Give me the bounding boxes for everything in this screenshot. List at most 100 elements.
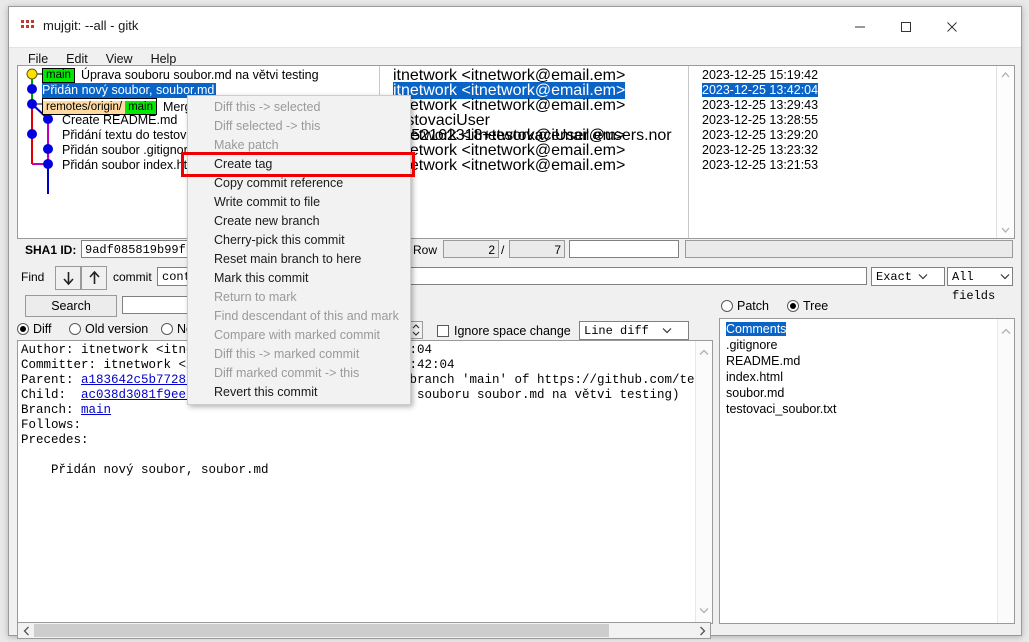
branch-link[interactable]: main bbox=[81, 403, 111, 417]
detail-commit-message: Přidán nový soubor, soubor.md bbox=[21, 463, 269, 477]
commit-list[interactable]: main Úprava souboru soubor.md na větvi te… bbox=[17, 65, 1015, 239]
find-fields-select[interactable]: All fields bbox=[947, 267, 1013, 303]
ctx-mark-commit[interactable]: Mark this commit bbox=[188, 269, 410, 288]
detail-scrollbar[interactable] bbox=[695, 341, 712, 623]
ignore-space-checkbox[interactable]: Ignore space change bbox=[437, 324, 571, 338]
radio-indicator bbox=[17, 323, 29, 335]
date-cell: 2023-12-25 13:28:55 bbox=[702, 113, 819, 127]
maximize-button[interactable] bbox=[883, 7, 929, 47]
patch-radio[interactable]: Patch bbox=[721, 299, 769, 313]
tree-item[interactable]: Comments bbox=[720, 321, 1014, 337]
detail-line-child: Child: bbox=[21, 388, 82, 402]
ctx-reset-branch[interactable]: Reset main branch to here bbox=[188, 250, 410, 269]
diff-mode-select[interactable]: Line diff bbox=[579, 321, 689, 340]
fragment-merge-line-2: a souboru soubor.md na větvi testing) bbox=[402, 388, 680, 402]
commit-message: Přidán soubor index.html bbox=[62, 158, 201, 172]
radio-indicator bbox=[69, 323, 81, 335]
scroll-down-icon[interactable] bbox=[699, 601, 709, 619]
child-sha-link[interactable]: ac038d3081f9ee5a bbox=[81, 388, 201, 402]
file-tree-list[interactable]: Comments .gitignore README.md index.html… bbox=[720, 319, 1014, 417]
ctx-create-new-branch[interactable]: Create new branch bbox=[188, 212, 410, 231]
search-button[interactable]: Search bbox=[25, 295, 117, 317]
old-version-radio[interactable]: Old version bbox=[69, 322, 148, 336]
tree-item[interactable]: index.html bbox=[720, 369, 1014, 385]
detail-hscrollbar[interactable] bbox=[17, 622, 711, 639]
row-current: 2 bbox=[443, 240, 499, 258]
author-column: itnetwork <itnetwork@email.em> itnetwork… bbox=[385, 66, 685, 238]
commit-row[interactable]: main Úprava souboru soubor.md na větvi te… bbox=[18, 68, 376, 83]
ctx-diff-marked-this: Diff marked commit -> this bbox=[214, 366, 360, 380]
author-cell: itnetwork <itnetwork@email.em> bbox=[393, 67, 626, 84]
search-row: Search Patch Tree bbox=[17, 295, 1013, 319]
commit-message: main Úprava souboru soubor.md na větvi te… bbox=[42, 68, 319, 83]
scroll-right-icon[interactable] bbox=[694, 623, 710, 638]
ctx-return-to-mark: Return to mark bbox=[214, 290, 297, 304]
tree-item[interactable]: README.md bbox=[720, 353, 1014, 369]
scroll-up-icon[interactable] bbox=[997, 66, 1014, 83]
diff-radio[interactable]: Diff bbox=[17, 322, 52, 336]
checkbox-indicator bbox=[437, 325, 449, 337]
date-cell: 2023-12-25 13:29:20 bbox=[702, 128, 819, 142]
radio-indicator bbox=[787, 300, 799, 312]
find-prev-button[interactable] bbox=[81, 266, 107, 290]
row-extra-input[interactable] bbox=[569, 240, 679, 258]
arrow-down-icon bbox=[62, 271, 74, 285]
ref-badge-main[interactable]: main bbox=[42, 68, 75, 83]
row-separator: / bbox=[501, 243, 505, 257]
ctx-cherry-pick[interactable]: Cherry-pick this commit bbox=[188, 231, 410, 250]
sha1-label: SHA1 ID: bbox=[25, 243, 77, 257]
arrow-up-icon bbox=[88, 270, 100, 284]
row-total: 7 bbox=[509, 240, 565, 258]
scroll-down-icon[interactable] bbox=[997, 221, 1014, 238]
author-cell: testovaciUser <152162318+testovaciUser@u… bbox=[393, 112, 672, 144]
file-tree-pane[interactable]: Comments .gitignore README.md index.html… bbox=[719, 318, 1015, 624]
tree-item[interactable]: .gitignore bbox=[720, 337, 1014, 353]
find-row: Find commit conta Exact All fields bbox=[17, 266, 1013, 303]
context-lines-stepper[interactable] bbox=[409, 321, 423, 339]
file-tree-scrollbar[interactable] bbox=[997, 319, 1014, 623]
diff-mode-value: Line diff bbox=[584, 324, 649, 338]
ctx-create-tag[interactable]: Create tag bbox=[188, 155, 410, 174]
commit-list-scrollbar[interactable] bbox=[996, 66, 1014, 238]
find-label: Find bbox=[21, 270, 45, 284]
tree-radio[interactable]: Tree bbox=[787, 299, 828, 313]
column-divider[interactable] bbox=[688, 66, 689, 238]
commit-context-menu[interactable]: Diff this -> selected Diff selected -> t… bbox=[187, 95, 411, 405]
ctx-compare-marked: Compare with marked commit bbox=[214, 328, 381, 342]
old-version-label: Old version bbox=[85, 322, 149, 336]
commit-message-text: Úprava souboru soubor.md na větvi testin… bbox=[80, 68, 319, 82]
author-cell: itnetwork <itnetwork@email.em> bbox=[393, 82, 626, 99]
fragment-merge-line: branch 'main' of https://github.com/test… bbox=[402, 373, 713, 387]
date-column: 2023-12-25 15:19:42 2023-12-25 13:42:04 … bbox=[694, 66, 994, 238]
ctx-revert-commit[interactable]: Revert this commit bbox=[188, 383, 410, 402]
tree-item[interactable]: soubor.md bbox=[720, 385, 1014, 401]
ctx-make-patch: Make patch bbox=[214, 138, 279, 152]
date-cell: 2023-12-25 13:42:04 bbox=[702, 83, 819, 97]
scroll-left-icon[interactable] bbox=[18, 623, 34, 638]
hscroll-thumb[interactable] bbox=[34, 624, 609, 637]
chevron-down-icon bbox=[662, 322, 672, 341]
ctx-write-commit-to-file[interactable]: Write commit to file bbox=[188, 193, 410, 212]
gitk-window: mujgit: --all - gitk File Edit View Help bbox=[8, 6, 1022, 639]
ctx-copy-commit-reference[interactable]: Copy commit reference bbox=[188, 174, 410, 193]
tree-label: Tree bbox=[803, 299, 829, 313]
row-label: Row bbox=[413, 243, 438, 257]
tree-item[interactable]: testovaci_soubor.txt bbox=[720, 401, 1014, 417]
parent-sha-link[interactable]: a183642c5b772850 bbox=[81, 373, 201, 387]
gitk-icon bbox=[21, 20, 35, 32]
minimize-button[interactable] bbox=[837, 7, 883, 47]
scroll-up-icon[interactable] bbox=[699, 343, 709, 361]
detail-line-committer: Committer: bbox=[21, 358, 104, 372]
date-cell: 2023-12-25 13:29:43 bbox=[702, 98, 819, 112]
commit-detail-right-fragments: 2:04 3:42:04 branch 'main' of https://gi… bbox=[402, 343, 713, 403]
ctx-diff-this-selected: Diff this -> selected bbox=[214, 100, 321, 114]
close-button[interactable] bbox=[929, 7, 975, 47]
scroll-up-icon[interactable] bbox=[1001, 322, 1011, 340]
commit-message: Create README.md bbox=[62, 113, 178, 127]
date-cell: 2023-12-25 13:21:53 bbox=[702, 158, 819, 172]
find-exact-select[interactable]: Exact bbox=[871, 267, 945, 286]
find-next-button[interactable] bbox=[55, 266, 81, 290]
window-title: mujgit: --all - gitk bbox=[43, 18, 139, 33]
patch-label: Patch bbox=[737, 299, 769, 313]
stepper-arrows-icon bbox=[412, 324, 420, 336]
